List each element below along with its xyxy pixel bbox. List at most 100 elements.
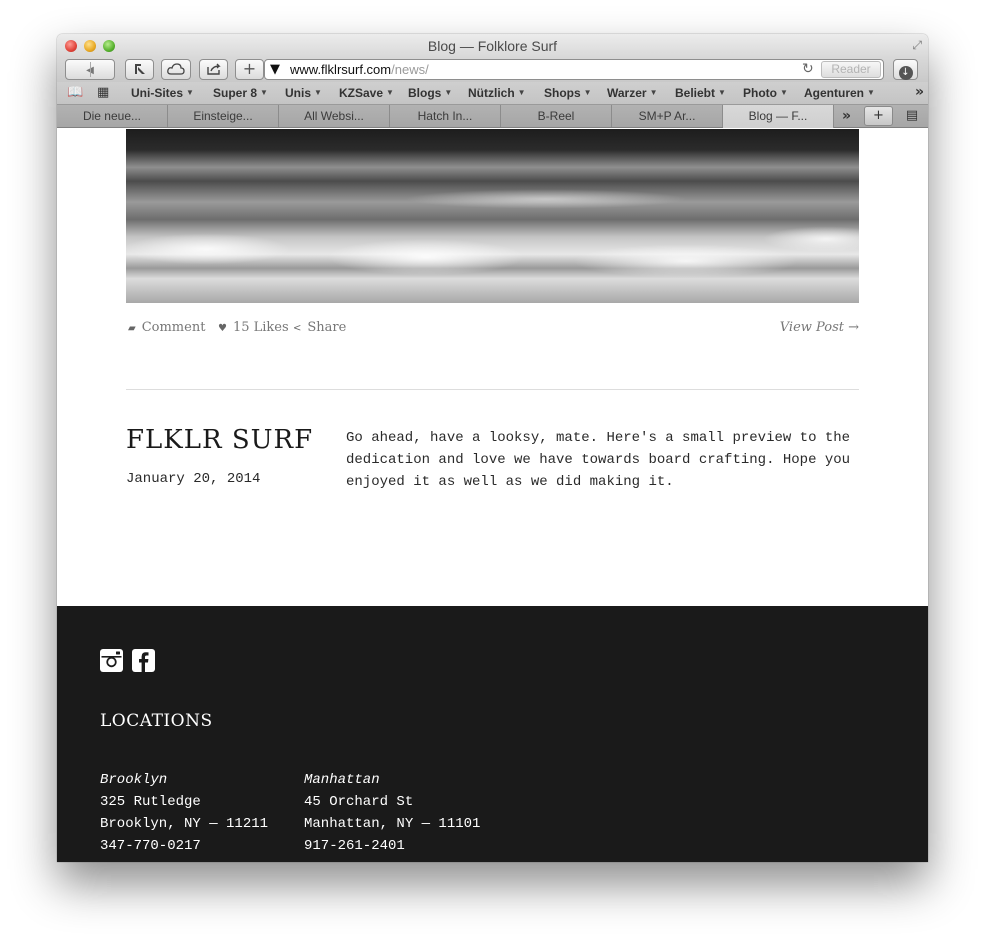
locations-heading: LOCATIONS: [100, 711, 213, 731]
location-name: Brooklyn: [100, 772, 168, 788]
fullscreen-icon[interactable]: ⤢: [912, 38, 922, 53]
bookmark-folder[interactable]: Agenturen ▼: [804, 86, 875, 100]
site-footer: LOCATIONS Brooklyn 325 Rutledge Brooklyn…: [57, 606, 928, 862]
reload-icon[interactable]: ↻: [802, 61, 814, 77]
location-street: 325 Rutledge: [100, 794, 201, 810]
bookmark-folder[interactable]: Unis ▼: [285, 86, 322, 100]
bookmark-folder[interactable]: Nützlich ▼: [468, 86, 526, 100]
post-actions: ▰ Comment ♥ 15 Likes < Share View Post →: [126, 320, 859, 340]
caret-down-icon: ▼: [718, 88, 726, 97]
share-icon: [206, 63, 221, 75]
caret-down-icon: ▼: [649, 88, 658, 97]
top-sites-button[interactable]: [125, 59, 154, 80]
browser-toolbar: ◀ ▶ + ▼ www.flklrsurf.com/news/ ↻ Reader…: [57, 58, 928, 96]
add-bookmark-button[interactable]: +: [235, 59, 264, 80]
bookmark-label: Agenturen: [804, 86, 864, 100]
bookmark-label: Blogs: [408, 86, 442, 100]
url-path: /news/: [391, 62, 429, 77]
location-manhattan: Manhattan 45 Orchard St Manhattan, NY — …: [304, 769, 480, 857]
bookmark-folder[interactable]: KZSave ▼: [339, 86, 394, 100]
post-date: January 20, 2014: [126, 471, 261, 487]
speech-bubble-icon: ▰: [128, 323, 136, 334]
tab[interactable]: Die neue...: [57, 105, 168, 127]
post-body-line: enjoyed it as well as we did making it.: [346, 474, 674, 490]
show-all-bookmarks-icon[interactable]: ▦: [97, 85, 109, 100]
comment-label: Comment: [141, 320, 206, 335]
caret-down-icon: ▼: [780, 88, 788, 97]
tab[interactable]: Hatch In...: [390, 105, 501, 127]
share-label: Share: [307, 320, 347, 335]
browser-window: Blog — Folklore Surf ⤢ ◀ ▶ + ▼ www.flklr…: [57, 34, 928, 862]
downloads-button[interactable]: ↓: [893, 59, 918, 80]
bookmark-label: Warzer: [607, 86, 647, 100]
window-title: Blog — Folklore Surf: [427, 38, 558, 54]
tab-bar: Die neue... Einsteige... All Websi... Ha…: [57, 105, 928, 128]
title-bar: Blog — Folklore Surf ⤢: [57, 34, 928, 58]
more-tabs-icon[interactable]: »: [842, 108, 851, 124]
reading-list-icon[interactable]: 📖: [67, 85, 83, 100]
caret-down-icon: ▼: [517, 88, 526, 97]
location-name: Manhattan: [304, 772, 380, 788]
location-city: Brooklyn, NY — 11211: [100, 816, 269, 832]
download-icon: ↓: [898, 66, 913, 80]
location-phone[interactable]: 347-770-0217: [100, 835, 268, 857]
tab[interactable]: B-Reel: [501, 105, 612, 127]
bookmark-label: Super 8: [213, 86, 258, 100]
share-icon: <: [293, 323, 302, 334]
icloud-tabs-button[interactable]: [161, 59, 191, 80]
caret-down-icon: ▼: [260, 88, 268, 97]
nav-separator: [90, 62, 91, 77]
back-forward-buttons: ◀ ▶: [65, 59, 115, 96]
share-button[interactable]: [199, 59, 228, 80]
comment-link[interactable]: ▰ Comment: [128, 320, 205, 335]
caret-down-icon: ▼: [444, 88, 453, 97]
post-body: Go ahead, have a looksy, mate. Here's a …: [346, 427, 862, 493]
facebook-icon[interactable]: [132, 649, 155, 676]
share-link[interactable]: < Share: [293, 320, 346, 335]
reader-button[interactable]: Reader: [821, 61, 881, 78]
tab[interactable]: SM+P Ar...: [612, 105, 723, 127]
view-post-link[interactable]: View Post →: [780, 320, 859, 335]
bookmark-folder[interactable]: Photo ▼: [743, 86, 788, 100]
url-host: www.flklrsurf.com: [290, 62, 392, 77]
bookmark-folder[interactable]: Super 8 ▼: [213, 86, 268, 100]
top-sites-icon: [134, 64, 145, 74]
tab[interactable]: Einsteige...: [168, 105, 279, 127]
bookmark-label: KZSave: [339, 86, 384, 100]
bookmark-folder[interactable]: Uni-Sites ▼: [131, 86, 194, 100]
likes-label: 15 Likes: [232, 320, 289, 335]
location-street: 45 Orchard St: [304, 794, 414, 810]
post-body-line: Go ahead, have a looksy, mate. Here's a …: [346, 430, 851, 446]
tab[interactable]: All Websi...: [279, 105, 390, 127]
post-title[interactable]: FLKLR SURF: [126, 425, 313, 455]
tab-overview-icon[interactable]: ▤: [900, 108, 924, 124]
bookmark-label: Unis: [285, 86, 312, 100]
likes-link[interactable]: ♥ 15 Likes: [218, 320, 289, 335]
cloud-icon: [167, 63, 185, 75]
bookmark-label: Nützlich: [468, 86, 515, 100]
new-tab-button[interactable]: +: [864, 106, 893, 126]
bookmark-folder[interactable]: Shops ▼: [544, 86, 592, 100]
divider: [126, 389, 859, 390]
bookmarks-bar: 📖 ▦ Uni-Sites ▼ Super 8 ▼ Unis ▼ KZSave ▼ Bl…: [57, 82, 928, 105]
site-favicon-icon: ▼: [270, 62, 280, 77]
location-phone[interactable]: 917-261-2401: [304, 835, 480, 857]
bookmark-label: Photo: [743, 86, 777, 100]
heart-icon: ♥: [218, 323, 227, 334]
address-bar[interactable]: ▼ www.flklrsurf.com/news/ ↻ Reader: [264, 59, 884, 80]
hero-wave-image: [126, 129, 859, 303]
page-content: ▰ Comment ♥ 15 Likes < Share View Post → FL…: [57, 129, 928, 862]
bookmark-folder[interactable]: Blogs ▼: [408, 86, 452, 100]
tab-active[interactable]: Blog — F...: [723, 105, 834, 128]
bookmark-label: Uni-Sites: [131, 86, 184, 100]
bookmark-folder[interactable]: Warzer ▼: [607, 86, 658, 100]
bookmark-label: Beliebt: [675, 86, 716, 100]
instagram-icon[interactable]: [100, 649, 123, 676]
more-bookmarks-icon[interactable]: »: [915, 84, 924, 100]
caret-down-icon: ▼: [314, 88, 322, 97]
caret-down-icon: ▼: [386, 88, 394, 97]
url-text[interactable]: www.flklrsurf.com/news/: [290, 62, 429, 77]
caret-down-icon: ▼: [186, 88, 194, 97]
caret-down-icon: ▼: [583, 88, 592, 97]
bookmark-folder[interactable]: Beliebt ▼: [675, 86, 726, 100]
